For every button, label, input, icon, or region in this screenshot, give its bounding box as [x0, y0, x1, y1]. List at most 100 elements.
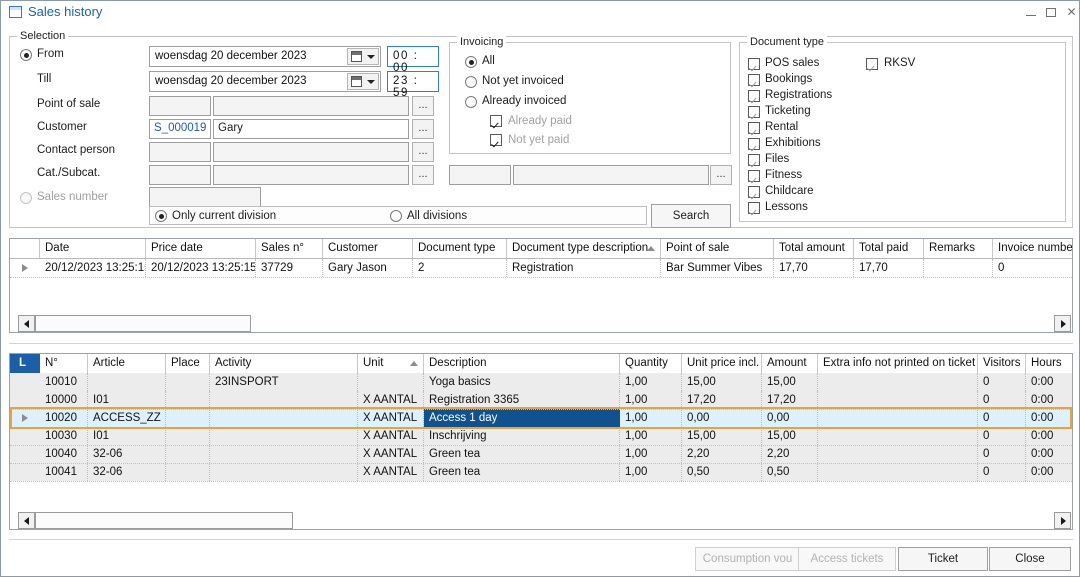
radio-invoicing-all[interactable]: [465, 56, 477, 68]
col-date[interactable]: Date: [40, 239, 146, 258]
col-hours[interactable]: Hours: [1026, 354, 1072, 373]
checkbox-not-yet-paid[interactable]: [490, 134, 502, 146]
sales-grid-header: Date Price date Sales n° Customer Docume…: [10, 239, 1072, 259]
from-date-field[interactable]: woensdag 20 december 2023: [149, 46, 381, 67]
till-time-field[interactable]: 23 : 59: [387, 71, 439, 92]
checkbox-registrations[interactable]: [748, 90, 760, 102]
maximize-button[interactable]: [1043, 4, 1060, 21]
cell-invoice-number: 0: [993, 259, 1080, 277]
checkbox-lessons[interactable]: [748, 202, 760, 214]
col-unit-price[interactable]: Unit price incl.: [682, 354, 762, 373]
from-time-field[interactable]: 00 : 00: [387, 46, 439, 67]
customer-name-input[interactable]: Gary: [213, 119, 409, 139]
label-already-invoiced: Already invoiced: [482, 95, 566, 107]
subcategory-name-input[interactable]: [513, 165, 709, 185]
col-description[interactable]: Description: [424, 354, 620, 373]
access-tickets-button[interactable]: Access tickets: [798, 547, 896, 571]
search-button[interactable]: Search: [651, 204, 731, 228]
customer-browse-button[interactable]: ...: [412, 119, 434, 139]
till-calendar-button[interactable]: [347, 73, 379, 90]
cell-unit-price: 15,00: [682, 427, 762, 445]
col-document-type-description[interactable]: Document type description: [507, 239, 661, 258]
table-row-selected[interactable]: 10020 ACCESS_ZZ X AANTAL Access 1 day 1,…: [10, 409, 1072, 427]
checkbox-already-paid[interactable]: [490, 115, 502, 127]
radio-already-invoiced[interactable]: [465, 96, 477, 108]
scroll-left-button[interactable]: [18, 512, 35, 529]
category-browse-button[interactable]: ...: [412, 165, 434, 185]
sales-lines-grid[interactable]: L N° Article Place Activity Unit Descrip…: [9, 353, 1073, 530]
minimize-button[interactable]: [1023, 4, 1040, 21]
checkbox-ticketing[interactable]: [748, 106, 760, 118]
col-point-of-sale[interactable]: Point of sale: [661, 239, 774, 258]
checkbox-exhibitions[interactable]: [748, 138, 760, 150]
col-line-flag[interactable]: L: [10, 354, 40, 373]
col-total-paid[interactable]: Total paid: [854, 239, 924, 258]
close-window-button[interactable]: ✕: [1063, 4, 1080, 21]
category-code-input[interactable]: [149, 165, 211, 185]
scroll-right-button[interactable]: [1054, 512, 1071, 529]
col-visitors[interactable]: Visitors: [978, 354, 1026, 373]
label-invoicing-all: All: [482, 55, 495, 67]
contact-person-browse-button[interactable]: ...: [412, 142, 434, 162]
category-name-input[interactable]: [213, 165, 409, 185]
scroll-right-button[interactable]: [1054, 315, 1071, 332]
col-invoice-number[interactable]: Invoice number: [993, 239, 1072, 258]
lines-grid-hscrollbar[interactable]: [10, 512, 1072, 529]
cell-description-selected[interactable]: Access 1 day: [424, 409, 620, 427]
checkbox-bookings[interactable]: [748, 74, 760, 86]
table-row[interactable]: 20/12/2023 13:25:15 20/12/2023 13:25:15 …: [10, 259, 1072, 277]
customer-code-input[interactable]: S_000019: [149, 119, 211, 139]
radio-from[interactable]: [20, 49, 32, 61]
table-row[interactable]: 10040 32-06 X AANTAL Green tea 1,00 2,20…: [10, 445, 1072, 463]
point-of-sale-browse-button[interactable]: ...: [412, 96, 434, 116]
subcategory-code-input[interactable]: [449, 165, 511, 185]
label-rental: Rental: [765, 121, 798, 133]
scroll-thumb[interactable]: [35, 315, 251, 332]
cell-extra-info: [818, 427, 978, 445]
col-line-no[interactable]: N°: [40, 354, 88, 373]
sales-history-grid[interactable]: Date Price date Sales n° Customer Docume…: [9, 238, 1073, 333]
checkbox-childcare[interactable]: [748, 186, 760, 198]
radio-only-current-division[interactable]: [155, 210, 167, 222]
sales-grid-hscrollbar[interactable]: [10, 315, 1072, 332]
point-of-sale-name-input[interactable]: [213, 96, 409, 116]
checkbox-files[interactable]: [748, 154, 760, 166]
from-calendar-button[interactable]: [347, 48, 379, 65]
col-place[interactable]: Place: [166, 354, 210, 373]
col-document-type[interactable]: Document type: [413, 239, 507, 258]
sales-number-input[interactable]: [149, 187, 261, 207]
scroll-left-button[interactable]: [18, 315, 35, 332]
ticket-button[interactable]: Ticket: [898, 547, 988, 571]
table-row[interactable]: 10041 32-06 X AANTAL Green tea 1,00 0,50…: [10, 463, 1072, 481]
col-sales-no[interactable]: Sales n°: [256, 239, 323, 258]
radio-not-yet-invoiced[interactable]: [465, 76, 477, 88]
col-article[interactable]: Article: [88, 354, 166, 373]
radio-sales-number[interactable]: [20, 192, 32, 204]
col-amount[interactable]: Amount: [762, 354, 818, 373]
point-of-sale-code-input[interactable]: [149, 96, 211, 116]
checkbox-fitness[interactable]: [748, 170, 760, 182]
checkbox-rksv[interactable]: [866, 58, 878, 70]
label-all-divisions: All divisions: [407, 210, 467, 222]
table-row[interactable]: 10030 I01 X AANTAL Inschrijving 1,00 15,…: [10, 427, 1072, 445]
contact-person-code-input[interactable]: [149, 142, 211, 162]
checkbox-pos-sales[interactable]: [748, 58, 760, 70]
table-row[interactable]: 10010 23INSPORT Yoga basics 1,00 15,00 1…: [10, 373, 1072, 391]
checkbox-rental[interactable]: [748, 122, 760, 134]
contact-person-name-input[interactable]: [213, 142, 409, 162]
col-customer[interactable]: Customer: [323, 239, 413, 258]
col-extra-info[interactable]: Extra info not printed on ticket: [818, 354, 978, 373]
till-date-field[interactable]: woensdag 20 december 2023: [149, 71, 381, 92]
col-quantity[interactable]: Quantity: [620, 354, 682, 373]
scroll-thumb[interactable]: [35, 512, 293, 529]
table-row[interactable]: 10000 I01 X AANTAL Registration 3365 1,0…: [10, 391, 1072, 409]
cell-extra-info: [818, 445, 978, 463]
radio-all-divisions[interactable]: [390, 210, 402, 222]
subcategory-browse-button[interactable]: ...: [710, 165, 732, 185]
col-activity[interactable]: Activity: [210, 354, 358, 373]
col-total-amount[interactable]: Total amount: [774, 239, 854, 258]
close-button[interactable]: Close: [989, 547, 1071, 571]
col-price-date[interactable]: Price date: [146, 239, 256, 258]
consumption-voucher-button[interactable]: Consumption vou: [695, 547, 800, 571]
col-remarks[interactable]: Remarks: [924, 239, 993, 258]
